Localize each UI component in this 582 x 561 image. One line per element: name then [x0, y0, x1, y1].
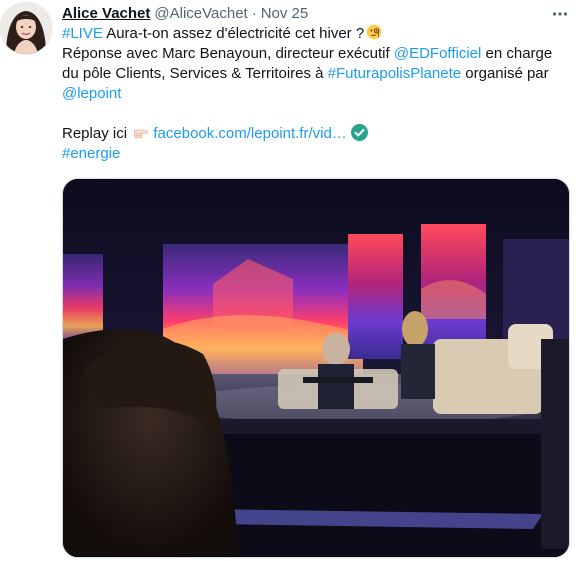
backhand-index-pointing-right-emoji	[134, 129, 149, 139]
tweet-line-4: @lepoint	[62, 84, 572, 104]
tweet-line-1: #LIVE Aura-t-on assez d'électricité cet …	[62, 24, 572, 44]
avatar[interactable]	[0, 2, 52, 54]
tweet-photo[interactable]	[62, 178, 570, 558]
tweet-text-question: Aura-t-on assez d'électricité cet hiver …	[102, 25, 365, 42]
more-horizontal-icon	[552, 12, 568, 16]
hashtag-live[interactable]: #LIVE	[62, 25, 103, 42]
check-circle-icon	[350, 124, 368, 141]
replay-link[interactable]: facebook.com/lepoint.fr/vid…	[153, 125, 346, 142]
tweet-text-organise: organisé par	[461, 65, 549, 82]
tweet-text-replay: Replay ici	[62, 125, 132, 142]
tweet-text-charge: en charge	[481, 45, 553, 62]
mention-lepoint[interactable]: @lepoint	[62, 85, 121, 102]
tweet-header: Alice Vachet @AliceVachet · Nov 25	[62, 4, 562, 24]
tweet-line-6: #energie	[62, 144, 572, 164]
tweet-text: #LIVE Aura-t-on assez d'électricité cet …	[62, 24, 572, 164]
tweet-line-5: Replay ici facebook.com/lepoint.fr/vid…	[62, 124, 572, 144]
tweet-text-response: Réponse avec Marc Benayoun, directeur ex…	[62, 45, 394, 62]
more-options-button[interactable]	[548, 4, 572, 24]
hashtag-futurapolisplanete[interactable]: #FuturapolisPlanete	[328, 65, 461, 82]
tweet: Alice Vachet @AliceVachet · Nov 25 #LIVE…	[0, 0, 582, 561]
mention-edfofficiel[interactable]: @EDFofficiel	[394, 45, 481, 62]
tweet-text-pole: du pôle Clients, Services & Territoires …	[62, 65, 328, 82]
separator-dot: ·	[251, 5, 257, 22]
tweet-line-2: Réponse avec Marc Benayoun, directeur ex…	[62, 44, 572, 64]
face-with-monocle-emoji	[366, 24, 382, 40]
author-handle[interactable]: @AliceVachet	[154, 4, 247, 24]
tweet-line-3: du pôle Clients, Services & Territoires …	[62, 64, 572, 84]
tweet-date[interactable]: Nov 25	[261, 4, 309, 24]
author-name[interactable]: Alice Vachet	[62, 4, 150, 24]
hashtag-energie[interactable]: #energie	[62, 145, 120, 162]
